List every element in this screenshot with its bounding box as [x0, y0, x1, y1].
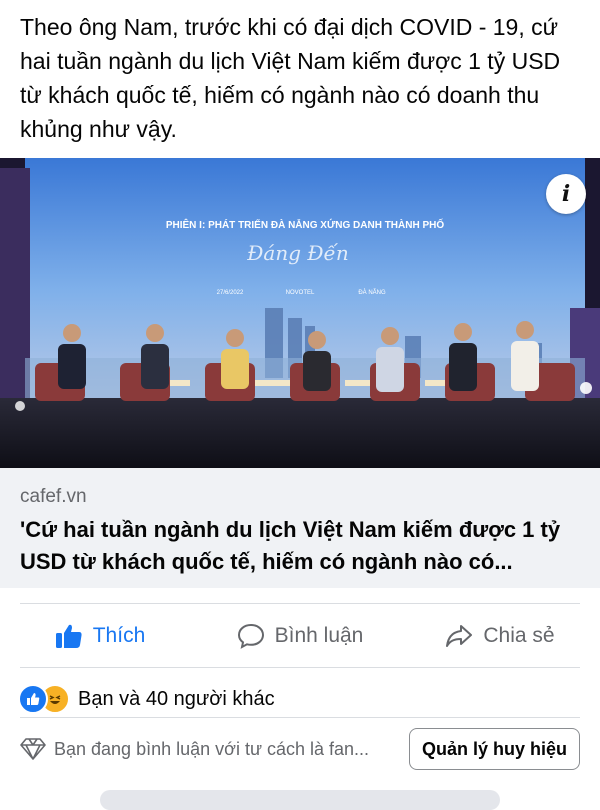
thumbs-up-icon [55, 624, 82, 648]
comment-icon [237, 623, 264, 649]
link-preview-image[interactable]: PHIÊN I: PHÁT TRIỂN ĐÀ NẴNG XỨNG DANH TH… [0, 158, 600, 468]
comment-identity-bar: Bạn đang bình luận với tư cách là fan...… [20, 728, 580, 770]
comment-label: Bình luận [274, 624, 364, 647]
divider [20, 667, 580, 668]
post-text: Theo ông Nam, trước khi có đại dịch COVI… [20, 14, 561, 142]
like-label: Thích [92, 624, 146, 647]
banner-date: 27/6/2022 [217, 290, 244, 296]
comment-button[interactable]: Bình luận [200, 608, 400, 664]
link-title[interactable]: 'Cứ hai tuần ngành du lịch Việt Nam kiếm… [20, 514, 585, 578]
banner-title: PHIÊN I: PHÁT TRIỂN ĐÀ NẴNG XỨNG DANH TH… [166, 217, 445, 231]
info-icon[interactable]: i [546, 174, 586, 214]
banner-city: ĐÀ NẴNG [358, 289, 386, 296]
share-icon [446, 625, 473, 647]
reaction-summary[interactable]: Bạn và 40 người khác [18, 684, 275, 714]
post-actions: Thích Bình luận Chia sẻ [0, 608, 600, 664]
manage-badges-button[interactable]: Quản lý huy hiệu [408, 728, 580, 770]
event-photo: PHIÊN I: PHÁT TRIỂN ĐÀ NẴNG XỨNG DANH TH… [0, 158, 600, 468]
comment-input-edge[interactable] [100, 790, 500, 810]
divider [20, 717, 580, 718]
reaction-count: Bạn và 40 người khác [78, 687, 275, 710]
link-domain: cafef.vn [20, 486, 87, 507]
like-reaction-icon [18, 684, 48, 714]
comment-as-fan-hint[interactable]: Bạn đang bình luận với tư cách là fan... [54, 739, 394, 760]
banner-script: Đáng Đến [246, 241, 348, 265]
diamond-icon [20, 738, 46, 760]
banner-venue: NOVOTEL [286, 290, 315, 296]
share-label: Chia sẻ [483, 624, 555, 647]
divider [20, 603, 580, 604]
like-button[interactable]: Thích [0, 608, 200, 664]
link-preview-meta[interactable]: cafef.vn 'Cứ hai tuần ngành du lịch Việt… [0, 468, 600, 588]
share-button[interactable]: Chia sẻ [400, 608, 600, 664]
